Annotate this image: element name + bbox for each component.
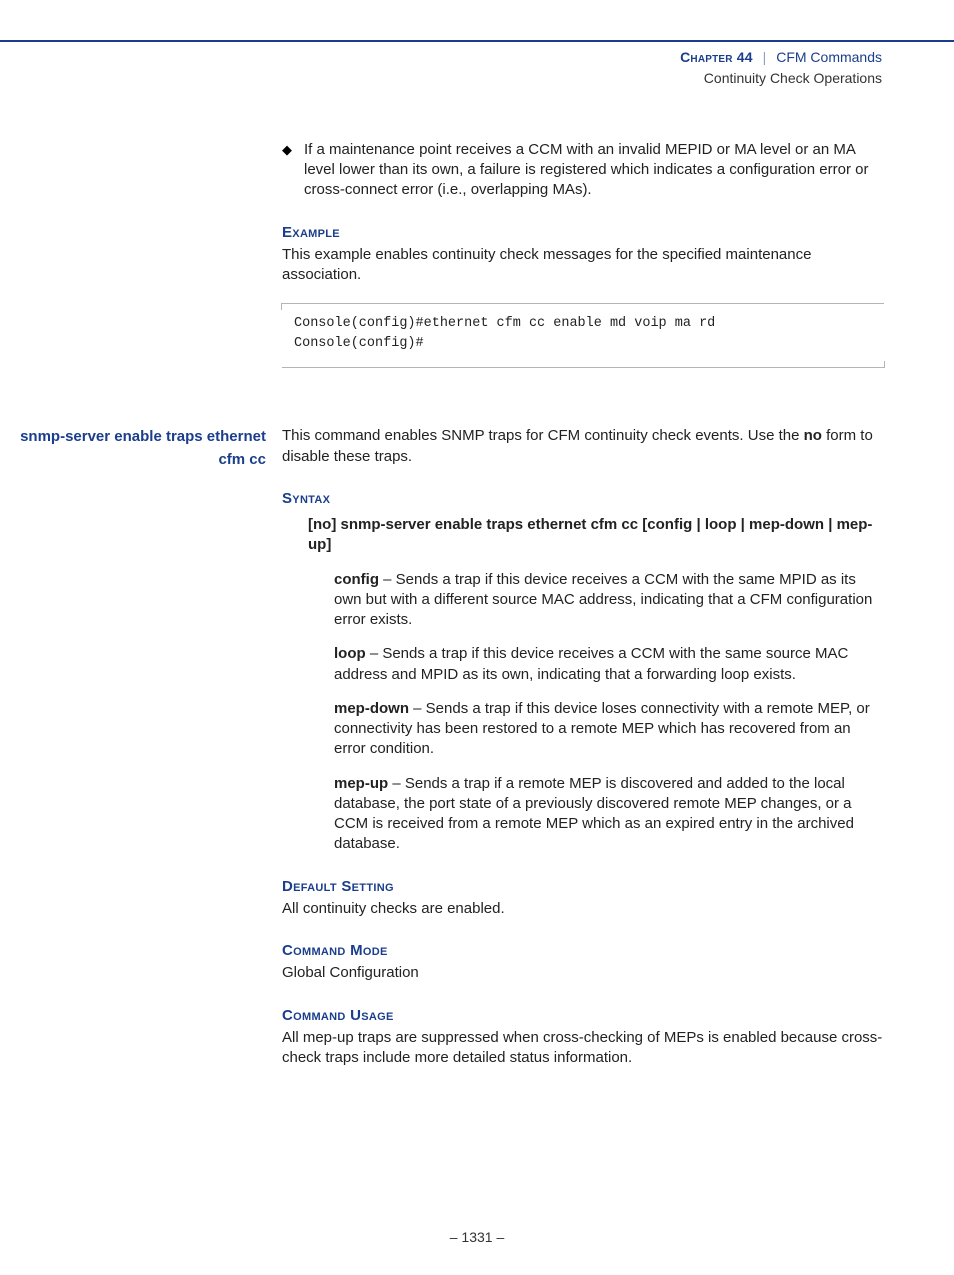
syntax-block: [ no] snmp-server enable traps ethernet c… — [308, 515, 884, 855]
param-desc: – Sends a trap if this device receives a… — [334, 571, 872, 629]
block-1: ◆ If a maintenance point receives a CCM … — [282, 140, 884, 369]
command-mode-text: Global Configuration — [282, 963, 884, 983]
example-intro: This example enables continuity check me… — [282, 245, 884, 286]
bracket-close: ] — [331, 516, 340, 533]
command-usage-text: All mep-up traps are suppressed when cro… — [282, 1028, 884, 1069]
command-usage-heading: Command Usage — [282, 1006, 884, 1026]
command-name-margin: snmp-server enable traps ethernet cfm cc — [0, 426, 274, 471]
block-2-body: This command enables SNMP traps for CFM … — [282, 426, 884, 1068]
default-setting-heading: Default Setting — [282, 877, 884, 897]
bullet-item: ◆ If a maintenance point receives a CCM … — [282, 140, 884, 201]
section-title: Continuity Check Operations — [0, 69, 882, 88]
kw-mep-down: mep-down — [749, 516, 824, 533]
param-name: mep-down — [334, 700, 409, 717]
param-config: config – Sends a trap if this device rec… — [334, 570, 884, 631]
block-2: snmp-server enable traps ethernet cfm cc… — [0, 426, 954, 1068]
param-desc: – Sends a trap if this device receives a… — [334, 645, 848, 682]
syntax-line: [ no] snmp-server enable traps ethernet c… — [308, 515, 884, 556]
bracket-open-2: [ — [638, 516, 647, 533]
intro-no-keyword: no — [804, 427, 822, 444]
chapter-title: CFM Commands — [776, 49, 882, 65]
content: ◆ If a maintenance point receives a CCM … — [0, 140, 954, 1069]
syntax-heading: Syntax — [282, 489, 884, 509]
kw-config: config — [647, 516, 692, 533]
kw-no: no — [313, 516, 331, 533]
param-desc: – Sends a trap if this device loses conn… — [334, 700, 870, 758]
intro-pre: This command enables SNMP traps for CFM … — [282, 427, 804, 444]
bar-1: | — [692, 516, 705, 533]
default-setting-text: All continuity checks are enabled. — [282, 899, 884, 919]
param-name: mep-up — [334, 775, 388, 792]
bullet-text: If a maintenance point receives a CCM wi… — [304, 140, 884, 201]
chapter-label: Chapter 44 — [680, 49, 753, 65]
bar-3: | — [824, 516, 837, 533]
chapter-line: Chapter 44 | CFM Commands — [0, 48, 882, 67]
command-intro: This command enables SNMP traps for CFM … — [282, 426, 884, 467]
running-header: Chapter 44 | CFM Commands Continuity Che… — [0, 42, 954, 88]
code-block: Console(config)#ethernet cfm cc enable m… — [282, 303, 884, 368]
bar-2: | — [737, 516, 750, 533]
param-name: config — [334, 571, 379, 588]
param-desc: – Sends a trap if a remote MEP is discov… — [334, 775, 854, 853]
kw-command: snmp-server enable traps ethernet cfm cc — [341, 516, 639, 533]
page: Chapter 44 | CFM Commands Continuity Che… — [0, 40, 954, 1275]
param-loop: loop – Sends a trap if this device recei… — [334, 644, 884, 685]
diamond-bullet-icon: ◆ — [282, 140, 304, 201]
param-mep-down: mep-down – Sends a trap if this device l… — [334, 699, 884, 760]
param-mep-up: mep-up – Sends a trap if a remote MEP is… — [334, 774, 884, 855]
chapter-separator: | — [763, 49, 767, 65]
param-name: loop — [334, 645, 366, 662]
command-mode-heading: Command Mode — [282, 941, 884, 961]
kw-loop: loop — [705, 516, 737, 533]
page-number: – 1331 – — [0, 1228, 954, 1247]
example-heading: Example — [282, 223, 884, 243]
bracket-close-2: ] — [326, 536, 331, 553]
